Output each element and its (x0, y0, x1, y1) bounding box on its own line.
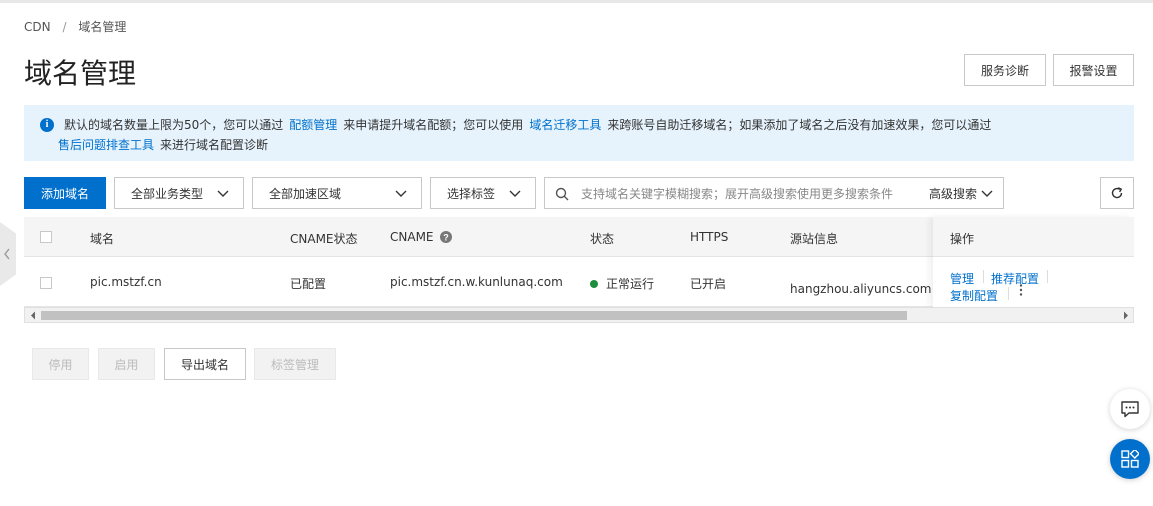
breadcrumb-current: 域名管理 (78, 20, 127, 34)
region-value: 全部加速区域 (269, 186, 342, 201)
advanced-search-toggle[interactable]: 高级搜索 (929, 178, 993, 208)
feedback-float-button[interactable] (1110, 389, 1150, 429)
quota-management-link[interactable]: 配额管理 (289, 118, 337, 132)
alarm-settings-button[interactable]: 报警设置 (1053, 54, 1134, 86)
header-domain: 域名 (90, 232, 115, 246)
notice-text-3: 来跨账号自助迁移域名；如果添加了域名之后没有加速效果，您可以通过 (607, 118, 992, 132)
row-domain: pic.mstzf.cn (90, 275, 162, 289)
page-title: 域名管理 (24, 57, 137, 90)
row-cname-status: 已配置 (290, 277, 327, 291)
header-actions: 操作 (950, 232, 975, 246)
business-type-value: 全部业务类型 (131, 186, 204, 201)
breadcrumb-root[interactable]: CDN (24, 20, 51, 34)
manage-link[interactable]: 管理 (950, 270, 974, 287)
header-status: 状态 (590, 232, 615, 246)
apps-float-button[interactable] (1110, 439, 1150, 479)
domain-migration-tool-link[interactable]: 域名迁移工具 (529, 118, 601, 132)
sidebar-collapse-tab[interactable] (0, 222, 16, 286)
actions-column: 操作 管理 推荐配置 复制配置 (933, 217, 1134, 307)
row-checkbox[interactable] (40, 277, 52, 289)
row-status-label: 正常运行 (606, 277, 655, 291)
disable-button[interactable]: 停用 (32, 348, 89, 380)
divider (1047, 270, 1048, 283)
copy-config-link[interactable]: 复制配置 (950, 287, 998, 304)
region-select[interactable]: 全部加速区域 (252, 177, 422, 209)
refresh-button[interactable] (1100, 177, 1134, 209)
troubleshoot-tool-link[interactable]: 售后问题排查工具 (58, 138, 154, 152)
divider (983, 270, 984, 283)
tag-select-value: 选择标签 (447, 186, 496, 201)
chat-icon (1121, 401, 1139, 418)
notice-banner: i 默认的域名数量上限为50个，您可以通过 配额管理 来申请提升域名配额；您可以使用… (24, 105, 1134, 161)
top-border (0, 0, 1153, 3)
row-status: 正常运行 (590, 275, 654, 292)
select-all-checkbox[interactable] (40, 231, 52, 243)
export-domains-button[interactable]: 导出域名 (164, 348, 246, 380)
business-type-select[interactable]: 全部业务类型 (114, 177, 244, 209)
breadcrumb-separator: / (62, 20, 67, 34)
add-domain-button[interactable]: 添加域名 (24, 177, 106, 209)
info-icon: i (40, 118, 54, 132)
actions-header: 操作 (933, 217, 1134, 257)
help-icon[interactable]: ? (440, 231, 453, 243)
chevron-down-icon (981, 190, 993, 197)
row-origin: hangzhou.aliyuncs.com (790, 282, 932, 296)
recommend-config-link[interactable]: 推荐配置 (991, 270, 1039, 287)
tag-select[interactable]: 选择标签 (430, 177, 536, 209)
scroll-right-arrow-icon[interactable] (1122, 311, 1130, 320)
search-box: 高级搜索 (544, 177, 1004, 209)
status-ok-dot (590, 279, 598, 288)
notice-text-1: 默认的域名数量上限为50个，您可以通过 (64, 118, 284, 132)
refresh-icon (1111, 187, 1123, 199)
header-cname-label: CNAME (390, 230, 434, 244)
svg-text:?: ? (444, 233, 450, 243)
chevron-down-icon (509, 190, 521, 197)
service-diagnose-button[interactable]: 服务诊断 (964, 54, 1046, 86)
header-cname-status: CNAME状态 (290, 232, 358, 246)
apps-grid-icon (1121, 450, 1139, 468)
chevron-down-icon (217, 190, 229, 197)
chevron-down-icon (395, 190, 407, 197)
horizontal-scrollbar[interactable] (24, 307, 1134, 323)
search-icon (555, 187, 569, 201)
notice-text-4: 来进行域名配置诊断 (160, 138, 269, 152)
row-cname: pic.mstzf.cn.w.kunlunaq.com (390, 275, 563, 289)
header-origin: 源站信息 (790, 232, 839, 246)
advanced-search-label: 高级搜索 (929, 186, 978, 201)
enable-button[interactable]: 启用 (98, 348, 155, 380)
breadcrumb: CDN / 域名管理 (24, 18, 126, 35)
tag-management-button[interactable]: 标签管理 (254, 348, 336, 380)
row-https: 已开启 (690, 277, 727, 291)
header-https: HTTPS (690, 230, 729, 244)
header-cname: CNAME ? (390, 230, 453, 244)
scroll-thumb[interactable] (41, 311, 907, 320)
search-input[interactable] (581, 184, 921, 204)
notice-text-2: 来申请提升域名配额；您可以使用 (343, 118, 524, 132)
more-icon[interactable] (1017, 283, 1025, 297)
divider (1008, 287, 1009, 300)
chevron-left-icon (4, 248, 10, 260)
domain-table: 域名 CNAME状态 CNAME ? 状态 HTTPS 源站信息 pic.mst… (24, 217, 1134, 323)
scroll-left-arrow-icon[interactable] (29, 311, 37, 320)
